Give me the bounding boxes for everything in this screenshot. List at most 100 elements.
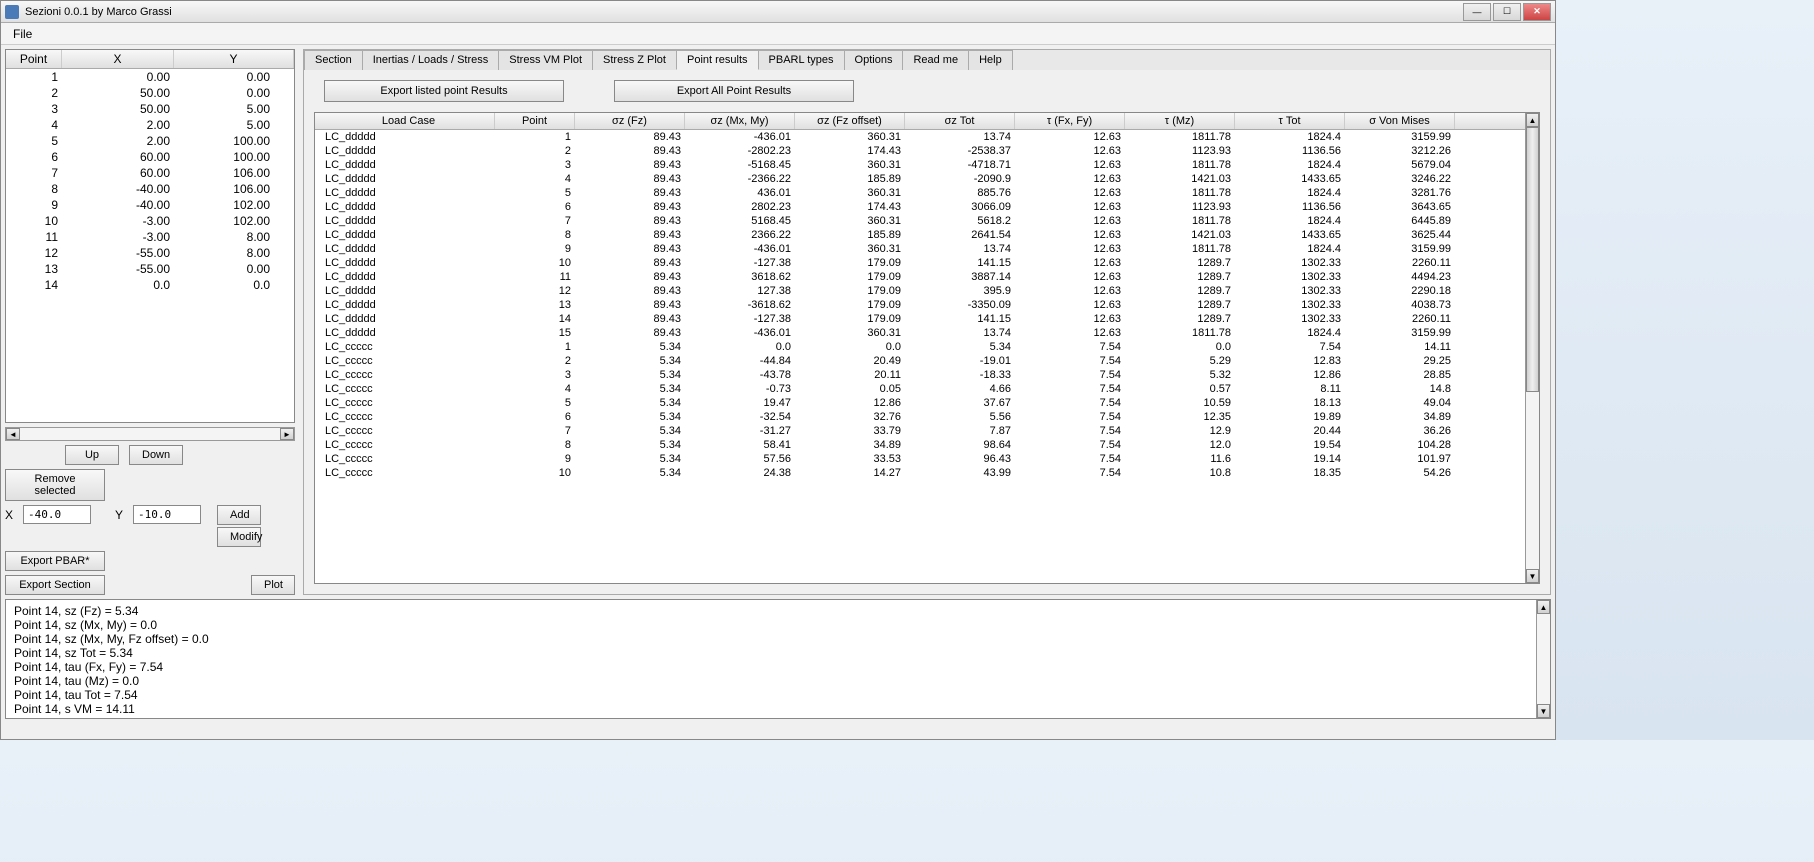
app-icon — [5, 5, 19, 19]
menu-file[interactable]: File — [5, 25, 40, 43]
results-row[interactable]: LC_ddddd989.43-436.01360.3113.7412.63181… — [315, 242, 1525, 256]
results-row[interactable]: LC_ddddd689.432802.23174.433066.0912.631… — [315, 200, 1525, 214]
points-header-y[interactable]: Y — [174, 50, 294, 68]
results-header-col[interactable]: τ Tot — [1235, 113, 1345, 129]
results-header-col[interactable]: τ (Fx, Fy) — [1015, 113, 1125, 129]
points-row[interactable]: 760.00106.00 — [6, 165, 294, 181]
scroll-right-icon[interactable]: ► — [280, 428, 294, 440]
points-row[interactable]: 42.005.00 — [6, 117, 294, 133]
up-button[interactable]: Up — [65, 445, 119, 465]
tab-inertias-loads-stress[interactable]: Inertias / Loads / Stress — [362, 50, 500, 70]
results-row[interactable]: LC_ccccc65.34-32.5432.765.567.5412.3519.… — [315, 410, 1525, 424]
tabs: SectionInertias / Loads / StressStress V… — [304, 50, 1550, 70]
vscroll-track[interactable] — [1526, 127, 1539, 569]
results-header-col[interactable]: Point — [495, 113, 575, 129]
results-header-col[interactable]: σz (Mx, My) — [685, 113, 795, 129]
points-row[interactable]: 660.00100.00 — [6, 149, 294, 165]
results-row[interactable]: LC_ccccc105.3424.3814.2743.997.5410.818.… — [315, 466, 1525, 480]
results-row[interactable]: LC_ccccc55.3419.4712.8637.677.5410.5918.… — [315, 396, 1525, 410]
points-row[interactable]: 350.005.00 — [6, 101, 294, 117]
export-section-button[interactable]: Export Section — [5, 575, 105, 595]
scroll-up-icon[interactable]: ▲ — [1537, 600, 1550, 614]
points-body[interactable]: 10.000.00250.000.00350.005.0042.005.0052… — [6, 69, 294, 422]
plot-button[interactable]: Plot — [251, 575, 295, 595]
close-button[interactable]: ✕ — [1523, 3, 1551, 21]
down-button[interactable]: Down — [129, 445, 183, 465]
results-header-col[interactable]: Load Case — [315, 113, 495, 129]
titlebar: Sezioni 0.0.1 by Marco Grassi — ☐ ✕ — [1, 1, 1555, 23]
export-all-button[interactable]: Export All Point Results — [614, 80, 854, 102]
points-row[interactable]: 10.000.00 — [6, 69, 294, 85]
minimize-button[interactable]: — — [1463, 3, 1491, 21]
results-row[interactable]: LC_ccccc25.34-44.8420.49-19.017.545.2912… — [315, 354, 1525, 368]
scroll-down-icon[interactable]: ▼ — [1537, 704, 1550, 718]
points-header-x[interactable]: X — [62, 50, 174, 68]
points-row[interactable]: 9-40.00102.00 — [6, 197, 294, 213]
results-row[interactable]: LC_ddddd1189.433618.62179.093887.1412.63… — [315, 270, 1525, 284]
tab-help[interactable]: Help — [968, 50, 1013, 70]
results-header-col[interactable]: σz (Fz offset) — [795, 113, 905, 129]
scroll-down-icon[interactable]: ▼ — [1526, 569, 1539, 583]
modify-button[interactable]: Modify — [217, 527, 261, 547]
results-row[interactable]: LC_ccccc15.340.00.05.347.540.07.5414.11 — [315, 340, 1525, 354]
app-window: Sezioni 0.0.1 by Marco Grassi — ☐ ✕ File… — [0, 0, 1556, 740]
remove-selected-button[interactable]: Remove selected — [5, 469, 105, 501]
y-input[interactable] — [133, 505, 201, 524]
points-hscroll[interactable]: ◄ ► — [5, 427, 295, 441]
results-row[interactable]: LC_ddddd889.432366.22185.892641.5412.631… — [315, 228, 1525, 242]
points-row[interactable]: 11-3.008.00 — [6, 229, 294, 245]
results-row[interactable]: LC_ccccc95.3457.5633.5396.437.5411.619.1… — [315, 452, 1525, 466]
right-panel: SectionInertias / Loads / StressStress V… — [303, 49, 1551, 595]
console-output[interactable]: Point 14, sz (Fz) = 5.34 Point 14, sz (M… — [5, 599, 1551, 719]
points-row[interactable]: 8-40.00106.00 — [6, 181, 294, 197]
window-title: Sezioni 0.0.1 by Marco Grassi — [25, 6, 1463, 18]
results-row[interactable]: LC_ddddd1589.43-436.01360.3113.7412.6318… — [315, 326, 1525, 340]
points-row[interactable]: 10-3.00102.00 — [6, 213, 294, 229]
results-row[interactable]: LC_ccccc85.3458.4134.8998.647.5412.019.5… — [315, 438, 1525, 452]
results-header-col[interactable]: σz Tot — [905, 113, 1015, 129]
left-panel: Point X Y 10.000.00250.000.00350.005.004… — [5, 49, 295, 595]
tab-options[interactable]: Options — [844, 50, 904, 70]
tab-point-results[interactable]: Point results — [676, 50, 759, 70]
results-row[interactable]: LC_ccccc75.34-31.2733.797.877.5412.920.4… — [315, 424, 1525, 438]
tab-read-me[interactable]: Read me — [902, 50, 969, 70]
export-pbar-button[interactable]: Export PBAR* — [5, 551, 105, 571]
tab-pbarl-types[interactable]: PBARL types — [758, 50, 845, 70]
console-vscroll[interactable]: ▲ ▼ — [1536, 600, 1550, 718]
results-row[interactable]: LC_ddddd489.43-2366.22185.89-2090.912.63… — [315, 172, 1525, 186]
hscroll-track[interactable] — [20, 428, 280, 440]
vscroll-track[interactable] — [1537, 614, 1550, 704]
results-header-col[interactable]: τ (Mz) — [1125, 113, 1235, 129]
results-row[interactable]: LC_ccccc35.34-43.7820.11-18.337.545.3212… — [315, 368, 1525, 382]
results-body[interactable]: LC_ddddd189.43-436.01360.3113.7412.63181… — [315, 130, 1525, 583]
results-row[interactable]: LC_ddddd1289.43127.38179.09395.912.63128… — [315, 284, 1525, 298]
results-header-col[interactable]: σz (Fz) — [575, 113, 685, 129]
points-header-point[interactable]: Point — [6, 50, 62, 68]
x-input[interactable] — [23, 505, 91, 524]
points-row[interactable]: 52.00100.00 — [6, 133, 294, 149]
results-row[interactable]: LC_ddddd1089.43-127.38179.09141.1512.631… — [315, 256, 1525, 270]
results-row[interactable]: LC_ddddd389.43-5168.45360.31-4718.7112.6… — [315, 158, 1525, 172]
points-row[interactable]: 13-55.000.00 — [6, 261, 294, 277]
points-row[interactable]: 12-55.008.00 — [6, 245, 294, 261]
results-row[interactable]: LC_ddddd789.435168.45360.315618.212.6318… — [315, 214, 1525, 228]
points-row[interactable]: 140.00.0 — [6, 277, 294, 293]
results-row[interactable]: LC_ddddd289.43-2802.23174.43-2538.3712.6… — [315, 144, 1525, 158]
scroll-left-icon[interactable]: ◄ — [6, 428, 20, 440]
results-row[interactable]: LC_ddddd1389.43-3618.62179.09-3350.0912.… — [315, 298, 1525, 312]
results-row[interactable]: LC_ccccc45.34-0.730.054.667.540.578.1114… — [315, 382, 1525, 396]
vscroll-thumb[interactable] — [1526, 127, 1539, 392]
results-row[interactable]: LC_ddddd589.43436.01360.31885.7612.63181… — [315, 186, 1525, 200]
tab-stress-vm-plot[interactable]: Stress VM Plot — [498, 50, 593, 70]
add-button[interactable]: Add — [217, 505, 261, 525]
results-row[interactable]: LC_ddddd1489.43-127.38179.09141.1512.631… — [315, 312, 1525, 326]
results-row[interactable]: LC_ddddd189.43-436.01360.3113.7412.63181… — [315, 130, 1525, 144]
points-row[interactable]: 250.000.00 — [6, 85, 294, 101]
maximize-button[interactable]: ☐ — [1493, 3, 1521, 21]
scroll-up-icon[interactable]: ▲ — [1526, 113, 1539, 127]
tab-section[interactable]: Section — [304, 50, 363, 70]
tab-stress-z-plot[interactable]: Stress Z Plot — [592, 50, 677, 70]
export-listed-button[interactable]: Export listed point Results — [324, 80, 564, 102]
results-vscroll[interactable]: ▲ ▼ — [1525, 113, 1539, 583]
results-header-col[interactable]: σ Von Mises — [1345, 113, 1455, 129]
